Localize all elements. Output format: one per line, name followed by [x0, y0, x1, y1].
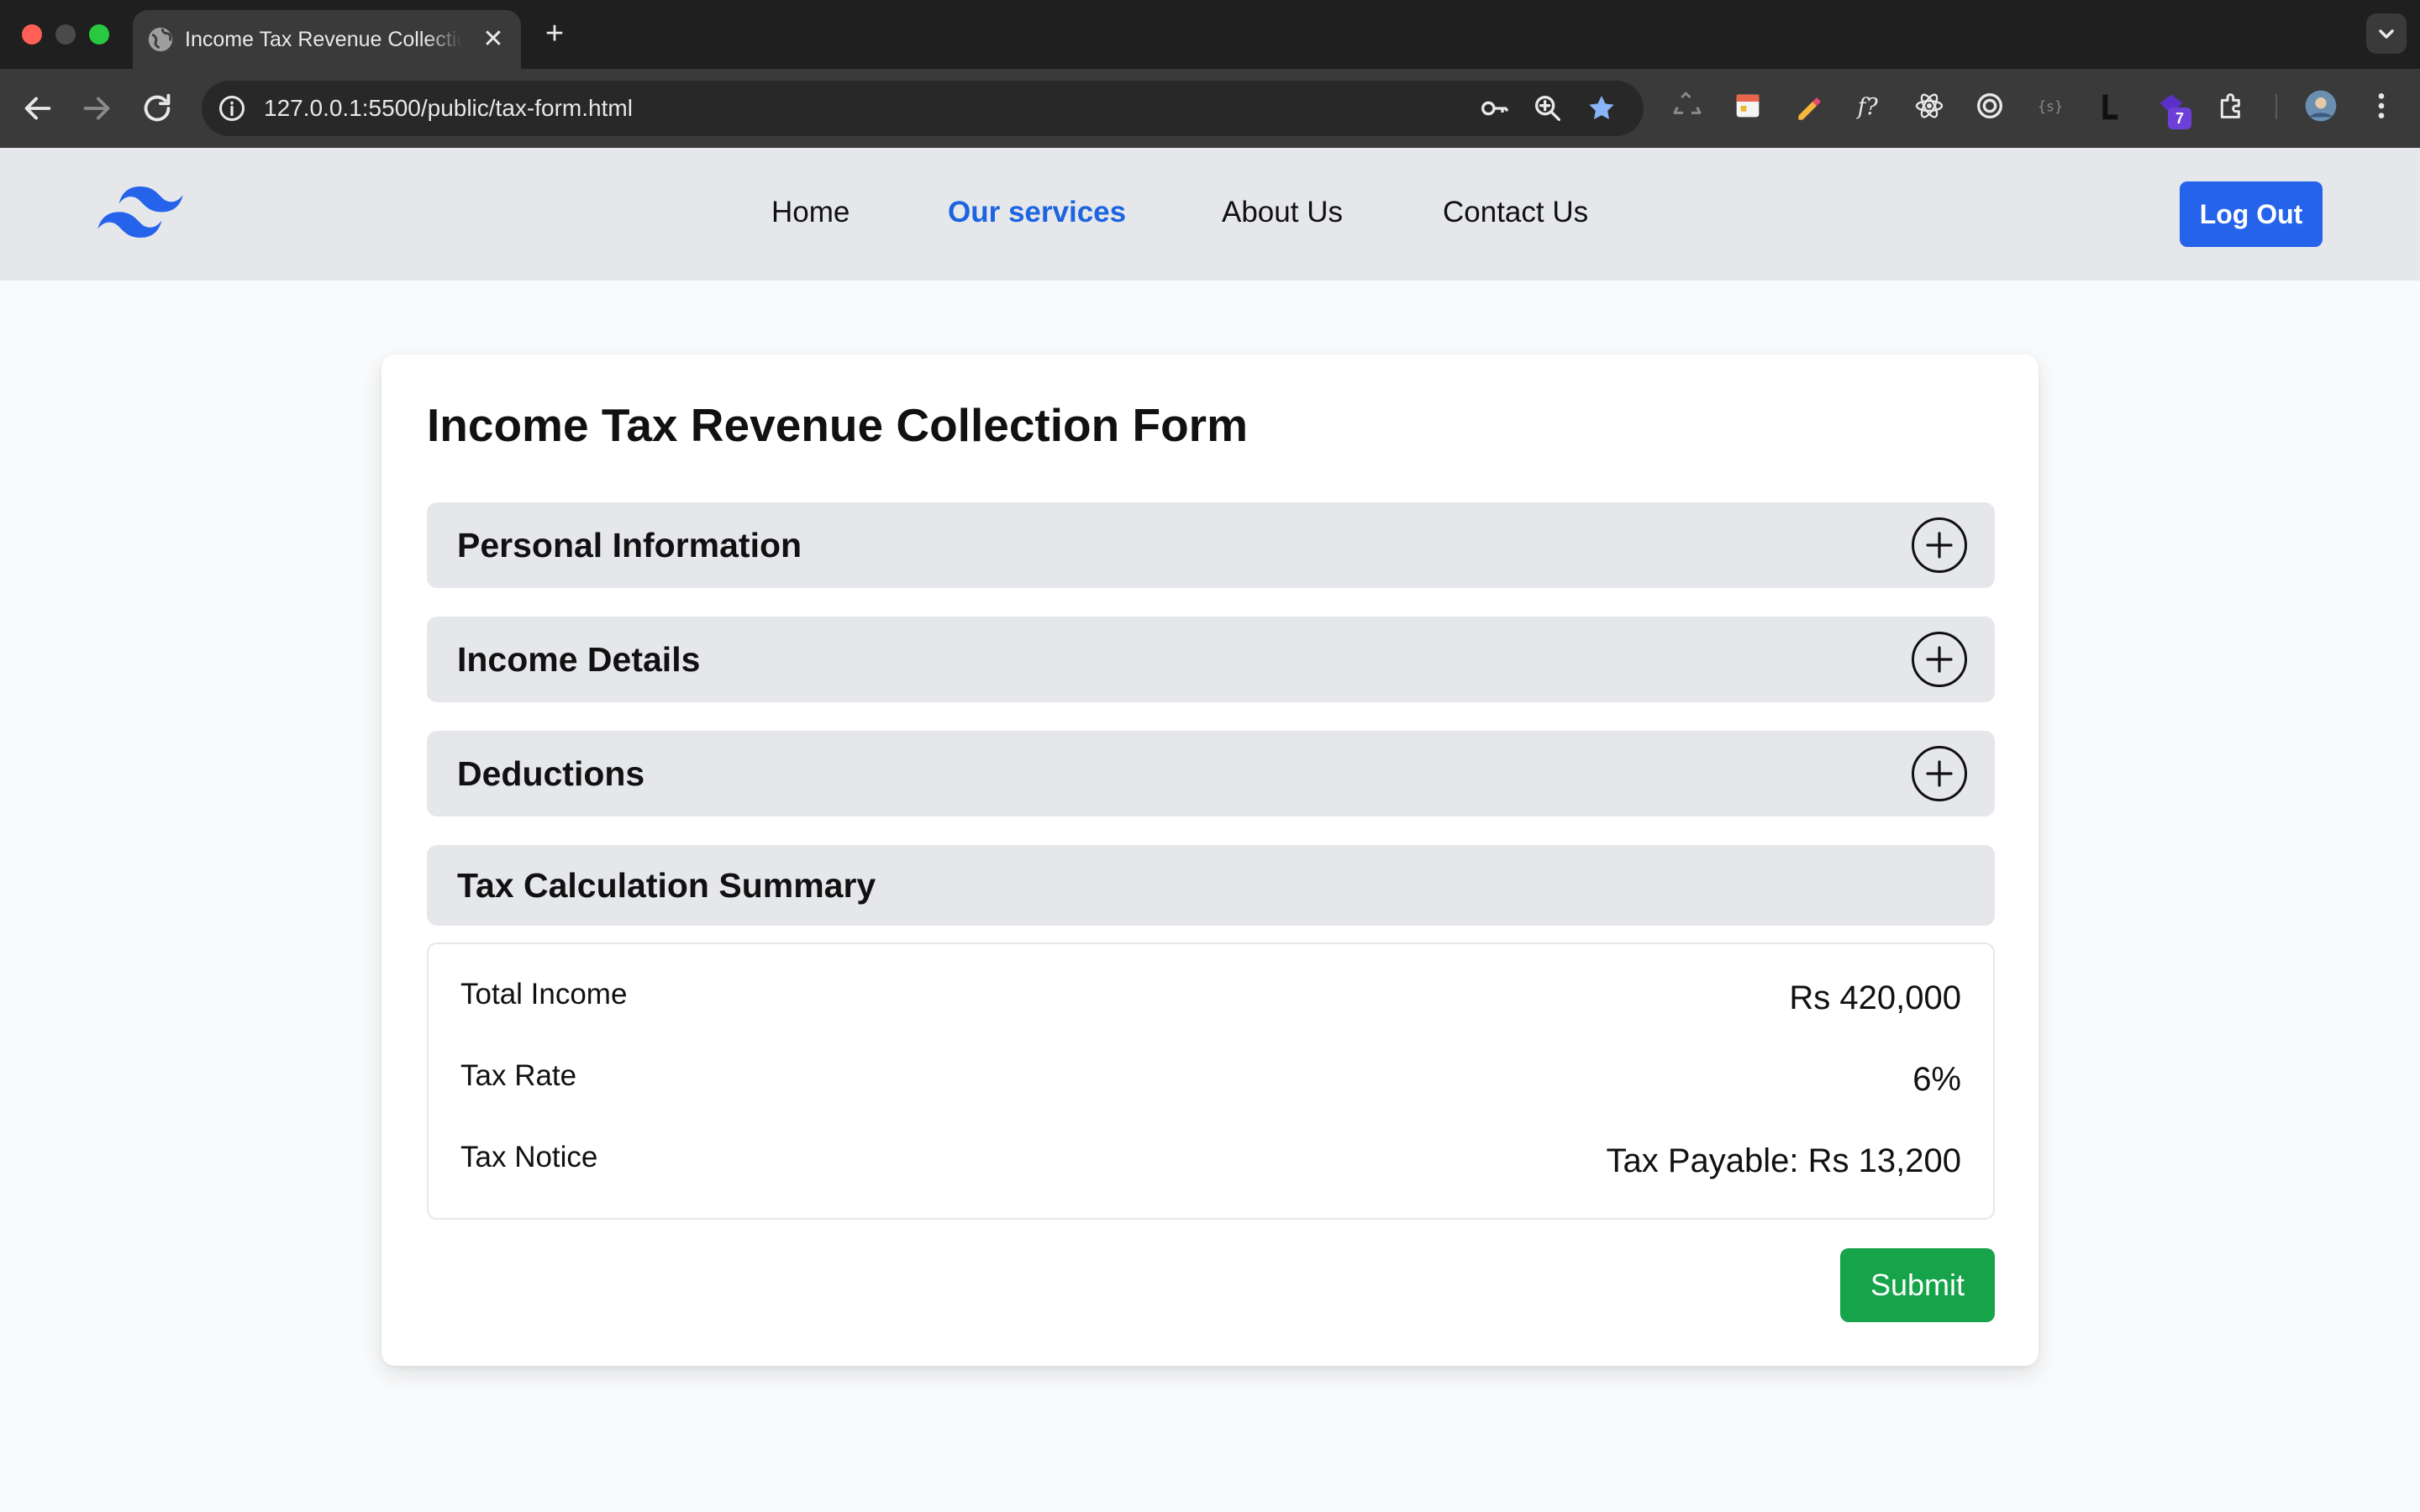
minimize-window-button[interactable]	[55, 24, 76, 45]
browser-tab[interactable]: Income Tax Revenue Collection Form ✕	[133, 10, 521, 69]
extensions-puzzle-icon[interactable]	[2215, 89, 2249, 123]
maximize-window-button[interactable]	[89, 24, 109, 45]
browser-tab-bar: Income Tax Revenue Collection Form ✕ +	[0, 0, 2420, 69]
code-extension-icon[interactable]: {s}	[2033, 89, 2067, 123]
bookmark-star-icon[interactable]	[1585, 92, 1618, 125]
section-income-details[interactable]: Income Details	[427, 617, 1995, 702]
nav-link-contact-us[interactable]: Contact Us	[1443, 192, 1588, 234]
site-navbar: Home Our services About Us Contact Us Lo…	[0, 148, 2420, 281]
calendar-extension-icon[interactable]	[1731, 89, 1765, 123]
total-income-label: Total Income	[460, 978, 628, 1011]
close-tab-icon[interactable]: ✕	[479, 25, 508, 54]
tax-summary-panel: Total Income Rs 420,000 Tax Rate 6% Tax …	[427, 942, 1995, 1220]
tax-rate-label: Tax Rate	[460, 1059, 577, 1092]
expand-plus-icon[interactable]	[1911, 517, 1968, 574]
nav-link-home[interactable]: Home	[771, 192, 850, 234]
section-personal-information[interactable]: Personal Information	[427, 502, 1995, 588]
tax-notice-label: Tax Notice	[460, 1141, 598, 1173]
zoom-icon[interactable]	[1531, 92, 1565, 125]
expand-plus-icon[interactable]	[1911, 631, 1968, 688]
nav-link-about-us[interactable]: About Us	[1222, 192, 1343, 234]
svg-text:{s}: {s}	[2038, 99, 2063, 115]
total-income-value: Rs 420,000	[1789, 979, 1961, 1016]
submit-button[interactable]: Submit	[1840, 1248, 1995, 1322]
profile-avatar-icon[interactable]	[2304, 89, 2338, 123]
target-extension-icon[interactable]	[1973, 89, 2007, 123]
browser-menu-icon[interactable]	[2365, 89, 2398, 123]
tax-rate-value: 6%	[1912, 1061, 1961, 1098]
expand-plus-icon[interactable]	[1911, 745, 1968, 802]
recycle-extension-icon[interactable]	[1670, 89, 1704, 123]
chevron-down-icon	[2379, 29, 2394, 39]
back-arrow-icon[interactable]	[18, 89, 57, 128]
log-out-button[interactable]: Log Out	[2180, 181, 2323, 247]
section-title: Income Details	[457, 640, 701, 679]
globe-icon	[148, 27, 173, 52]
url-text: 127.0.0.1:5500/public/tax-form.html	[264, 95, 633, 121]
tab-title: Income Tax Revenue Collection Form	[185, 10, 462, 69]
site-info-icon[interactable]	[217, 93, 247, 123]
reload-icon[interactable]	[138, 89, 176, 128]
tax-form-card: Income Tax Revenue Collection Form Perso…	[381, 354, 2039, 1366]
page-viewport: Home Our services About Us Contact Us Lo…	[0, 148, 2420, 1512]
section-tax-calculation-summary: Tax Calculation Summary	[427, 845, 1995, 926]
close-window-button[interactable]	[22, 24, 42, 45]
color-picker-extension-icon[interactable]	[1791, 89, 1825, 123]
new-tab-button[interactable]: +	[538, 17, 571, 50]
key-icon[interactable]	[1477, 92, 1511, 125]
react-devtools-icon[interactable]	[1912, 89, 1946, 123]
section-deductions[interactable]: Deductions	[427, 731, 1995, 816]
tax-notice-value: Tax Payable: Rs 13,200	[1606, 1142, 1961, 1179]
section-title: Deductions	[457, 754, 645, 793]
extension-badge: 7	[2168, 108, 2191, 129]
function-extension-icon[interactable]: f?	[1852, 89, 1886, 123]
tailwind-logo-icon[interactable]	[97, 186, 183, 239]
form-title: Income Tax Revenue Collection Form	[427, 399, 1248, 451]
forward-arrow-icon[interactable]	[77, 89, 116, 128]
svg-text:f?: f?	[1856, 94, 1879, 120]
address-bar[interactable]: 127.0.0.1:5500/public/tax-form.html	[202, 81, 1644, 136]
tab-search-button[interactable]	[2366, 13, 2407, 54]
section-title: Personal Information	[457, 526, 802, 564]
l-extension-icon[interactable]	[2094, 89, 2128, 123]
toolbar-divider	[2275, 94, 2277, 119]
nav-link-our-services[interactable]: Our services	[948, 192, 1126, 234]
section-title: Tax Calculation Summary	[457, 866, 876, 905]
